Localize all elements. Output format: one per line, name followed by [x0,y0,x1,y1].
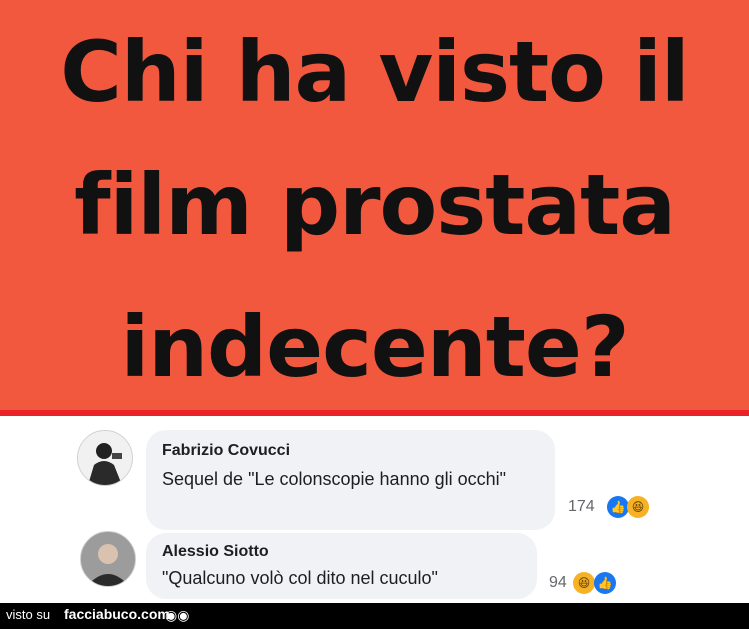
avatar[interactable] [77,430,133,486]
reaction-count[interactable]: 174 [568,498,595,516]
banner-divider [0,410,749,416]
comment-author[interactable]: Fabrizio Covucci [162,442,290,460]
eyes-icon: ◉◉ [165,607,190,623]
comment-text: Sequel de "Le colonscopie hanno gli occh… [162,469,507,489]
comment-bubble: Alessio Siotto "Qualcuno volò col dito n… [146,533,537,599]
avatar-image [78,431,132,485]
haha-icon[interactable]: 😆 [573,572,595,594]
headline-line-1: Chi ha visto il [60,23,689,121]
like-icon[interactable]: 👍 [594,572,616,594]
like-icon[interactable]: 👍 [607,496,629,518]
footer-prefix: visto su [6,607,51,622]
reaction-count[interactable]: 94 [549,574,567,592]
headline-line-3: indecente? [120,298,629,396]
haha-icon[interactable]: 😆 [627,496,649,518]
headline-banner: Chi ha visto il film prostata indecente? [0,0,749,410]
comment-text: "Qualcuno volò col dito nel cuculo" [162,568,438,588]
comment-bubble: Fabrizio Covucci Sequel de "Le colonscop… [146,430,555,530]
headline-line-2: film prostata [74,156,676,254]
comment-author[interactable]: Alessio Siotto [162,543,269,561]
footer-bar: visto su facciabuco.com ◉◉ [0,603,749,629]
avatar[interactable] [80,531,136,587]
site-logo-text[interactable]: facciabuco.com [64,606,170,622]
avatar-image [81,532,135,586]
